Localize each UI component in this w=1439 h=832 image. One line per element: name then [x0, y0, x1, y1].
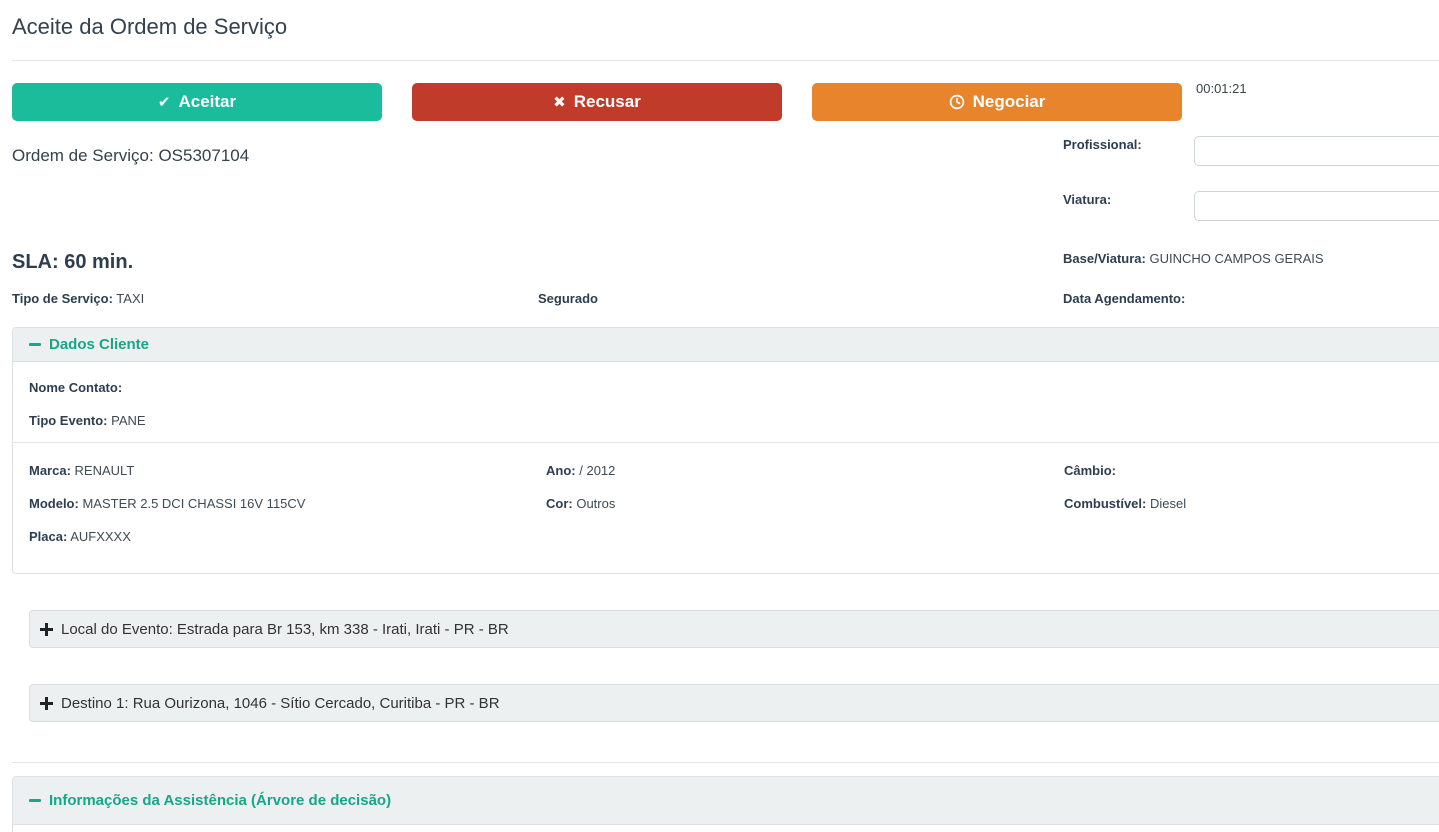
vehicle-col-3: Câmbio: Combustível: Diesel	[1064, 463, 1439, 562]
year-label: Ano:	[546, 463, 576, 478]
assistance-info-section-header[interactable]: Informações da Assistência (Árvore de de…	[13, 777, 1439, 825]
base-viatura-field: Base/Viatura: GUINCHO CAMPOS GERAIS	[1063, 251, 1324, 266]
fuel-field: Combustível: Diesel	[1064, 496, 1439, 511]
fuel-label: Combustível:	[1064, 496, 1147, 511]
expand-plus-icon	[40, 622, 53, 636]
service-type-label: Tipo de Serviço:	[12, 291, 113, 306]
collapse-minus-icon	[29, 343, 41, 346]
plate-label: Placa:	[29, 529, 68, 544]
base-viatura-value: GUINCHO CAMPOS GERAIS	[1149, 251, 1324, 266]
year-field: Ano: / 2012	[546, 463, 1064, 478]
event-type-label: Tipo Evento:	[29, 413, 108, 428]
x-icon: ✖	[553, 93, 566, 111]
bottom-divider	[12, 762, 1439, 763]
destination-accordion[interactable]: Destino 1: Rua Ourizona, 1046 - Sítio Ce…	[29, 684, 1439, 722]
countdown-timer: 00:01:21	[1196, 81, 1247, 96]
destination-label: Destino 1: Rua Ourizona, 1046 - Sítio Ce…	[61, 694, 500, 712]
service-order-number: Ordem de Serviço: OS5307104	[12, 146, 250, 165]
professional-input[interactable]	[1194, 136, 1439, 166]
model-label: Modelo:	[29, 496, 79, 511]
assistance-info-section-title: Informações da Assistência (Árvore de de…	[49, 792, 392, 809]
professional-label: Profissional:	[1063, 137, 1142, 152]
page-title: Aceite da Ordem de Serviço	[12, 14, 288, 39]
viatura-input[interactable]	[1194, 191, 1439, 221]
model-value: MASTER 2.5 DCI CHASSI 16V 115CV	[82, 496, 306, 511]
sla-text: SLA: 60 min.	[12, 251, 134, 273]
vehicle-col-1: Marca: RENAULT Modelo: MASTER 2.5 DCI CH…	[29, 463, 546, 562]
gearbox-label: Câmbio:	[1064, 463, 1116, 478]
base-viatura-label: Base/Viatura:	[1063, 251, 1146, 266]
vehicle-col-2: Ano: / 2012 Cor: Outros	[546, 463, 1064, 562]
vehicle-data-block: Marca: RENAULT Modelo: MASTER 2.5 DCI CH…	[13, 442, 1439, 562]
top-divider	[12, 60, 1439, 61]
schedule-date-label: Data Agendamento:	[1063, 291, 1186, 306]
brand-field: Marca: RENAULT	[29, 463, 546, 478]
year-value: / 2012	[579, 463, 616, 478]
client-contact-block: Nome Contato: Tipo Evento: PANE	[13, 362, 1439, 442]
service-type-value: TAXI	[116, 291, 145, 306]
brand-value: RENAULT	[74, 463, 135, 478]
event-location-label: Local do Evento: Estrada para Br 153, km…	[61, 620, 509, 638]
event-type-value: PANE	[111, 413, 146, 428]
plate-value: AUFXXXX	[70, 529, 131, 544]
collapse-minus-icon	[29, 799, 41, 802]
client-data-panel: Dados Cliente Nome Contato: Tipo Evento:…	[12, 327, 1439, 574]
gearbox-field: Câmbio:	[1064, 463, 1439, 478]
accept-button[interactable]: ✔ Aceitar	[12, 83, 382, 121]
service-type-field: Tipo de Serviço: TAXI	[12, 291, 144, 306]
schedule-date-field: Data Agendamento:	[1063, 291, 1185, 306]
accept-button-label: Aceitar	[178, 92, 237, 111]
segurado-label: Segurado	[538, 291, 598, 306]
event-type-field: Tipo Evento: PANE	[29, 413, 1439, 428]
negotiate-button-label: Negociar	[972, 92, 1046, 111]
brand-label: Marca:	[29, 463, 71, 478]
viatura-label: Viatura:	[1063, 192, 1112, 207]
client-data-section-title: Dados Cliente	[49, 336, 150, 353]
client-data-section-header[interactable]: Dados Cliente	[13, 328, 1439, 362]
refuse-button-label: Recusar	[573, 92, 641, 111]
plate-field: Placa: AUFXXXX	[29, 529, 546, 544]
event-location-accordion[interactable]: Local do Evento: Estrada para Br 153, km…	[29, 610, 1439, 648]
refuse-button[interactable]: ✖ Recusar	[412, 83, 782, 121]
contact-name-field: Nome Contato:	[29, 380, 1439, 395]
negotiate-button[interactable]: Negociar	[812, 83, 1182, 121]
check-icon: ✔	[157, 93, 171, 111]
color-label: Cor:	[546, 496, 573, 511]
color-field: Cor: Outros	[546, 496, 1064, 511]
clock-icon	[949, 94, 965, 110]
model-field: Modelo: MASTER 2.5 DCI CHASSI 16V 115CV	[29, 496, 546, 511]
contact-name-label: Nome Contato:	[29, 380, 123, 395]
fuel-value: Diesel	[1149, 496, 1187, 511]
expand-plus-icon	[40, 696, 53, 710]
color-value: Outros	[576, 496, 616, 511]
assistance-info-panel: Informações da Assistência (Árvore de de…	[12, 776, 1439, 832]
